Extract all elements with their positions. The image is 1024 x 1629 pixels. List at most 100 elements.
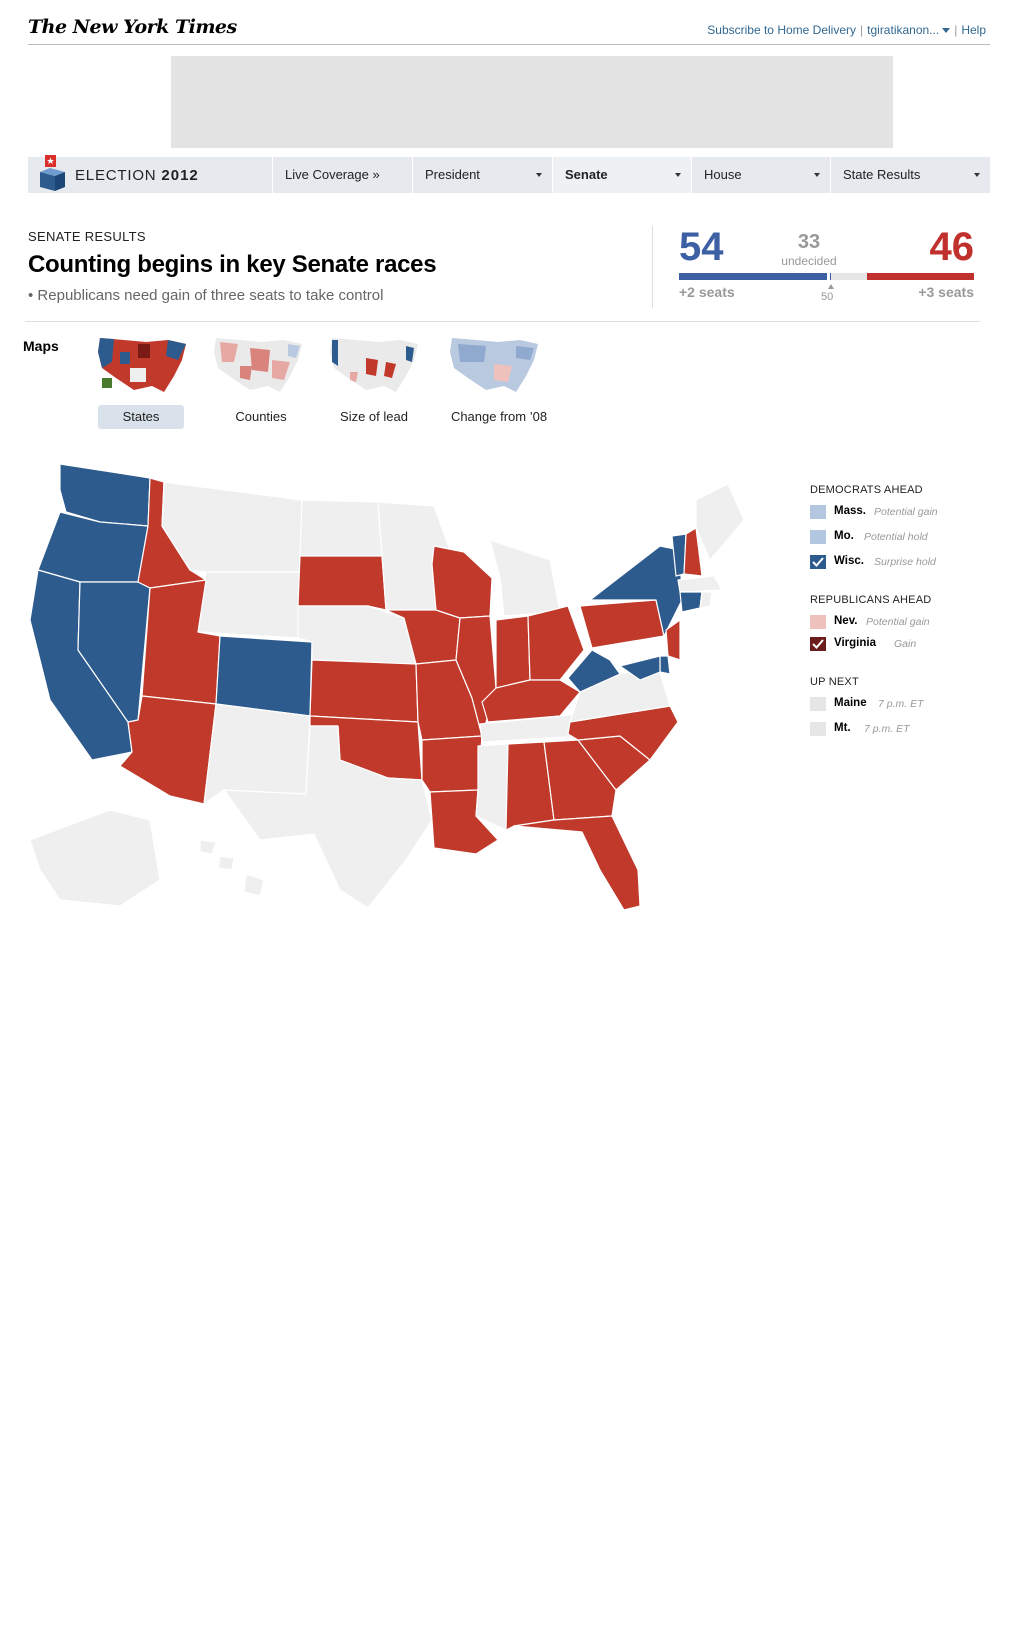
legend-note: Potential hold — [864, 531, 928, 543]
election-nav: ELECTION 2012 Live Coverage » President … — [28, 155, 990, 193]
state-ks[interactable] — [309, 659, 419, 723]
state-ct[interactable] — [679, 591, 703, 613]
check-icon — [810, 555, 826, 569]
rep-gain: +3 seats — [918, 284, 974, 300]
state-hi[interactable] — [199, 839, 265, 897]
tab-label: Live Coverage » — [285, 167, 380, 182]
bullet-icon: • — [28, 287, 38, 304]
legend-item[interactable]: Wisc. Surprise hold — [810, 555, 1010, 580]
legend-item[interactable]: Maine 7 p.m. ET — [810, 697, 1010, 722]
light-blue-swatch — [810, 530, 826, 544]
tab-president[interactable]: President — [412, 157, 552, 193]
brand-prefix: ELECTION — [75, 167, 157, 184]
tab-state-results[interactable]: State Results — [830, 157, 990, 193]
state-ar[interactable] — [421, 735, 483, 793]
legend-note: Potential gain — [866, 616, 930, 628]
legend-state: Mt. — [834, 722, 851, 734]
chevron-down-icon — [536, 173, 542, 177]
undecided-bar — [831, 273, 867, 280]
light-red-swatch — [810, 615, 826, 629]
chevron-down-icon — [675, 173, 681, 177]
state-nm[interactable] — [203, 703, 311, 805]
state-de[interactable] — [659, 655, 671, 675]
state-wi[interactable] — [431, 545, 493, 619]
legend-item[interactable]: Mo. Potential hold — [810, 530, 1010, 555]
ad-placeholder — [171, 56, 893, 148]
state-wy[interactable] — [197, 571, 301, 639]
state-fl[interactable] — [513, 815, 641, 911]
nyt-logo[interactable]: The New York Times — [28, 16, 237, 38]
subscribe-link[interactable]: Subscribe to Home Delivery — [707, 23, 856, 37]
majority-label: 50 — [821, 291, 834, 303]
senate-results-map — [29, 463, 745, 911]
ballot-box-icon — [40, 155, 65, 191]
state-pa[interactable] — [579, 599, 665, 649]
state-in[interactable] — [495, 615, 531, 689]
legend-state: Mo. — [834, 530, 854, 542]
majority-arrow-icon — [828, 284, 834, 289]
legend-note: 7 p.m. ET — [864, 723, 910, 735]
state-nd[interactable] — [299, 499, 383, 557]
tab-label: President — [425, 167, 480, 182]
gray-swatch — [810, 722, 826, 736]
legend-item[interactable]: Nev. Potential gain — [810, 615, 1010, 637]
state-ma[interactable] — [677, 575, 723, 593]
user-name: tgiratikanon... — [867, 23, 940, 37]
dem-seat-bar — [679, 273, 831, 280]
tab-live-coverage[interactable]: Live Coverage » — [272, 157, 412, 193]
state-sd[interactable] — [297, 555, 387, 611]
state-ms[interactable] — [475, 743, 509, 831]
size-of-lead-map-thumbnail[interactable] — [326, 332, 422, 400]
state-ak[interactable] — [29, 809, 161, 907]
election-brand[interactable]: ELECTION 2012 — [28, 155, 272, 193]
legend-dem-heading: DEMOCRATS AHEAD — [810, 484, 923, 496]
divider — [25, 321, 980, 322]
chevron-down-icon — [814, 173, 820, 177]
masthead: The New York Times Subscribe to Home Del… — [28, 14, 990, 45]
dem-seat-count: 54 — [679, 225, 724, 269]
legend-state: Mass. — [834, 505, 866, 517]
divider — [652, 226, 653, 308]
map-option-change-from-08[interactable]: Change from ’08 — [444, 405, 554, 429]
chevron-down-icon — [942, 28, 951, 34]
state-ri[interactable] — [699, 591, 713, 609]
state-mt[interactable] — [161, 481, 303, 573]
legend-item[interactable]: Mt. 7 p.m. ET — [810, 722, 1010, 747]
state-co[interactable] — [215, 635, 313, 717]
legend-item[interactable]: Virginia Gain — [810, 637, 1010, 662]
map-option-size-of-lead[interactable]: Size of lead — [330, 405, 418, 429]
chevron-down-icon — [974, 173, 980, 177]
tab-label: House — [704, 167, 742, 182]
legend-rep-heading: REPUBLICANS AHEAD — [810, 594, 932, 606]
change-from-08-map-thumbnail[interactable] — [446, 332, 542, 400]
tab-house[interactable]: House — [691, 157, 830, 193]
legend-state: Wisc. — [834, 555, 864, 567]
help-link[interactable]: Help — [961, 23, 986, 37]
legend-state: Virginia — [834, 637, 876, 649]
counties-map-thumbnail[interactable] — [210, 332, 306, 400]
legend-note: Surprise hold — [874, 556, 936, 568]
user-menu[interactable]: tgiratikanon... — [867, 23, 951, 37]
map-option-states[interactable]: States — [98, 405, 184, 429]
subhead-text: Republicans need gain of three seats to … — [37, 287, 384, 304]
state-me[interactable] — [695, 483, 745, 561]
tab-senate[interactable]: Senate — [552, 157, 691, 193]
state-mi[interactable] — [489, 539, 561, 617]
light-blue-swatch — [810, 505, 826, 519]
check-icon — [810, 637, 826, 651]
majority-marker — [827, 273, 830, 280]
tab-label: Senate — [565, 167, 608, 182]
section-kicker: SENATE RESULTS — [28, 229, 146, 244]
legend-next-heading: UP NEXT — [810, 676, 859, 688]
map-option-counties[interactable]: Counties — [218, 405, 304, 429]
rep-seat-count: 46 — [929, 225, 975, 269]
rep-seat-bar — [867, 273, 974, 280]
undecided-label: undecided — [781, 254, 837, 268]
legend-item[interactable]: Mass. Potential gain — [810, 505, 1010, 530]
legend-note: Gain — [894, 638, 917, 650]
undecided-count: 33 — [797, 231, 821, 253]
states-map-thumbnail[interactable] — [94, 332, 190, 400]
page-title[interactable]: Counting begins in key Senate races — [28, 251, 437, 279]
dem-gain: +2 seats — [679, 284, 735, 300]
gray-swatch — [810, 697, 826, 711]
